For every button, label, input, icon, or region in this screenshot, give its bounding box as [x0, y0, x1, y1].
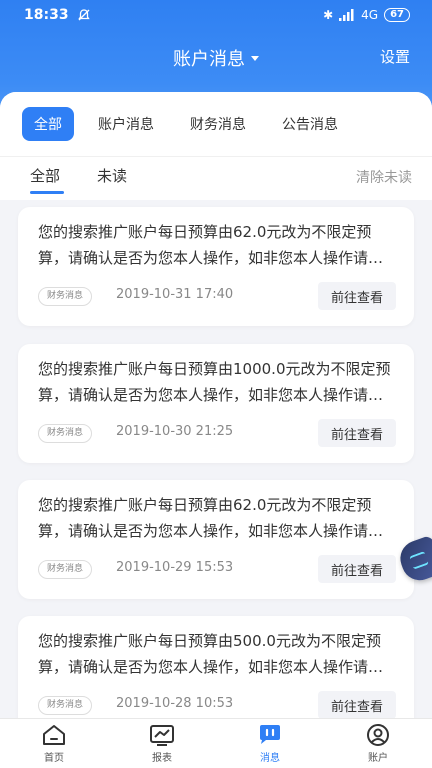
account-icon [367, 724, 389, 746]
settings-button[interactable]: 设置 [380, 46, 410, 67]
filter-all[interactable]: 全部 [30, 165, 60, 186]
network-type: 4G [361, 8, 379, 22]
nav-account-label: 账户 [368, 753, 388, 764]
message-text: 您的搜索推广账户每日预算由62.0元改为不限定预算，请确认是否为您本人操作，如非… [38, 223, 398, 267]
do-not-disturb-icon [77, 9, 90, 21]
message-text: 您的搜索推广账户每日预算由500.0元改为不限定预算，请确认是否为您本人操作，如… [38, 632, 398, 676]
nav-messages[interactable]: 消息 [216, 719, 324, 768]
message-text: 您的搜索推广账户每日预算由62.0元改为不限定预算，请确认是否为您本人操作，如非… [38, 496, 398, 540]
nav-reports-label: 报表 [152, 753, 172, 764]
tab-finance-messages[interactable]: 财务消息 [178, 107, 258, 141]
signal-icon [339, 9, 354, 21]
message-type-badge: 财务消息 [38, 424, 93, 443]
nav-home-label: 首页 [44, 753, 64, 764]
status-time: 18:33 [24, 7, 69, 23]
message-type-badge: 财务消息 [38, 560, 93, 579]
message-icon [260, 725, 280, 744]
nav-reports[interactable]: 报表 [108, 719, 216, 768]
battery-icon: 67 [384, 8, 410, 22]
clear-unread-button[interactable]: 清除未读 [356, 167, 412, 187]
message-card[interactable]: 您的搜索推广账户每日预算由1000.0元改为不限定预算，请确认是否为您本人操作，… [18, 344, 414, 463]
view-details-button[interactable]: 前往查看 [318, 555, 396, 583]
message-card[interactable]: 您的搜索推广账户每日预算由500.0元改为不限定预算，请确认是否为您本人操作，如… [18, 616, 414, 718]
account-message-dropdown[interactable]: 账户消息 [173, 45, 259, 71]
tab-announcements[interactable]: 公告消息 [270, 107, 350, 141]
app-header: 账户消息 设置 [0, 38, 432, 78]
read-filter-bar: 全部 未读 清除未读 [0, 156, 432, 200]
bottom-navigation: 首页 报表 消息 账户 [0, 718, 432, 768]
view-details-button[interactable]: 前往查看 [318, 419, 396, 447]
message-time: 2019-10-28 10:53 [116, 696, 234, 711]
chart-icon [150, 725, 174, 746]
nav-messages-label: 消息 [260, 753, 280, 764]
page-title: 账户消息 [173, 49, 245, 70]
message-type-badge: 财务消息 [38, 287, 93, 306]
view-details-button[interactable]: 前往查看 [318, 282, 396, 310]
home-icon [43, 725, 65, 745]
message-card[interactable]: 您的搜索推广账户每日预算由62.0元改为不限定预算，请确认是否为您本人操作，如非… [18, 480, 414, 599]
nav-account[interactable]: 账户 [324, 719, 432, 768]
caret-down-icon [251, 55, 259, 61]
view-details-button[interactable]: 前往查看 [318, 691, 396, 718]
tab-all-categories[interactable]: 全部 [22, 107, 74, 141]
message-type-badge: 财务消息 [38, 696, 93, 715]
message-time: 2019-10-29 15:53 [116, 560, 234, 575]
filter-unread[interactable]: 未读 [97, 165, 127, 186]
message-time: 2019-10-30 21:25 [116, 424, 234, 439]
category-tabs: 全部 账户消息 财务消息 公告消息 [0, 92, 432, 156]
tab-account-messages[interactable]: 账户消息 [86, 107, 166, 141]
message-text: 您的搜索推广账户每日预算由1000.0元改为不限定预算，请确认是否为您本人操作，… [38, 360, 398, 404]
status-bar: 18:33 ✱ 4G 67 [0, 0, 432, 30]
bluetooth-icon: ✱ [323, 8, 334, 22]
nav-home[interactable]: 首页 [0, 719, 108, 768]
message-card[interactable]: 您的搜索推广账户每日预算由62.0元改为不限定预算，请确认是否为您本人操作，如非… [18, 207, 414, 326]
message-time: 2019-10-31 17:40 [116, 287, 234, 302]
message-panel: 全部 账户消息 财务消息 公告消息 全部 未读 清除未读 您的搜索推广账户每日预… [0, 92, 432, 718]
filter-active-indicator [30, 191, 64, 194]
